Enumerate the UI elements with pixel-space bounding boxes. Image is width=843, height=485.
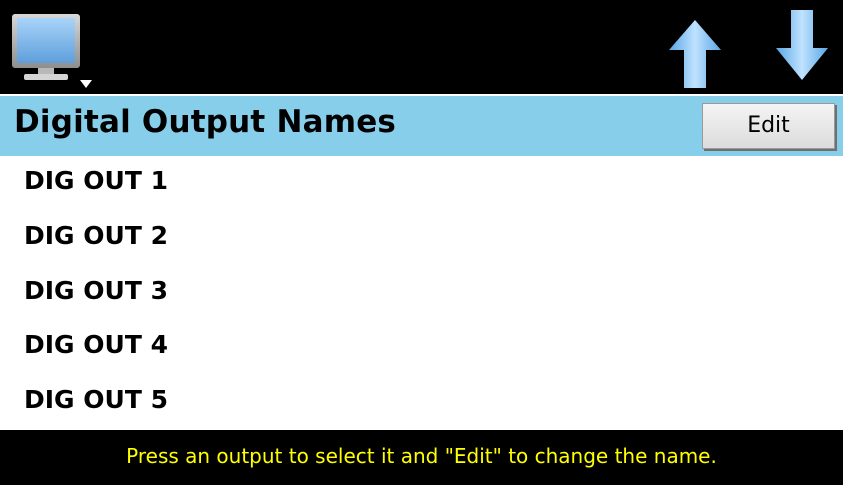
page-title: Digital Output Names bbox=[14, 104, 397, 140]
list-item-dig-out-3[interactable]: DIG OUT 3 bbox=[0, 266, 843, 321]
edit-button[interactable]: Edit bbox=[702, 103, 835, 149]
list-item-dig-out-2[interactable]: DIG OUT 2 bbox=[0, 211, 843, 266]
arrow-down-icon bbox=[776, 10, 828, 80]
list-item-dig-out-5[interactable]: DIG OUT 5 bbox=[0, 375, 843, 430]
output-list: DIG OUT 1 DIG OUT 2 DIG OUT 3 DIG OUT 4 … bbox=[0, 156, 843, 430]
scroll-down-button[interactable] bbox=[772, 6, 832, 90]
arrow-up-icon bbox=[669, 20, 721, 88]
list-item-dig-out-4[interactable]: DIG OUT 4 bbox=[0, 320, 843, 375]
title-bar: Digital Output Names Edit bbox=[0, 94, 843, 156]
hint-text: Press an output to select it and "Edit" … bbox=[126, 444, 717, 468]
status-bar: Press an output to select it and "Edit" … bbox=[0, 430, 843, 485]
monitor-menu-icon bbox=[12, 14, 92, 88]
list-item-dig-out-1[interactable]: DIG OUT 1 bbox=[0, 156, 843, 211]
monitor-menu-button[interactable] bbox=[10, 12, 96, 90]
scroll-up-button[interactable] bbox=[665, 6, 725, 90]
top-toolbar bbox=[0, 0, 843, 94]
